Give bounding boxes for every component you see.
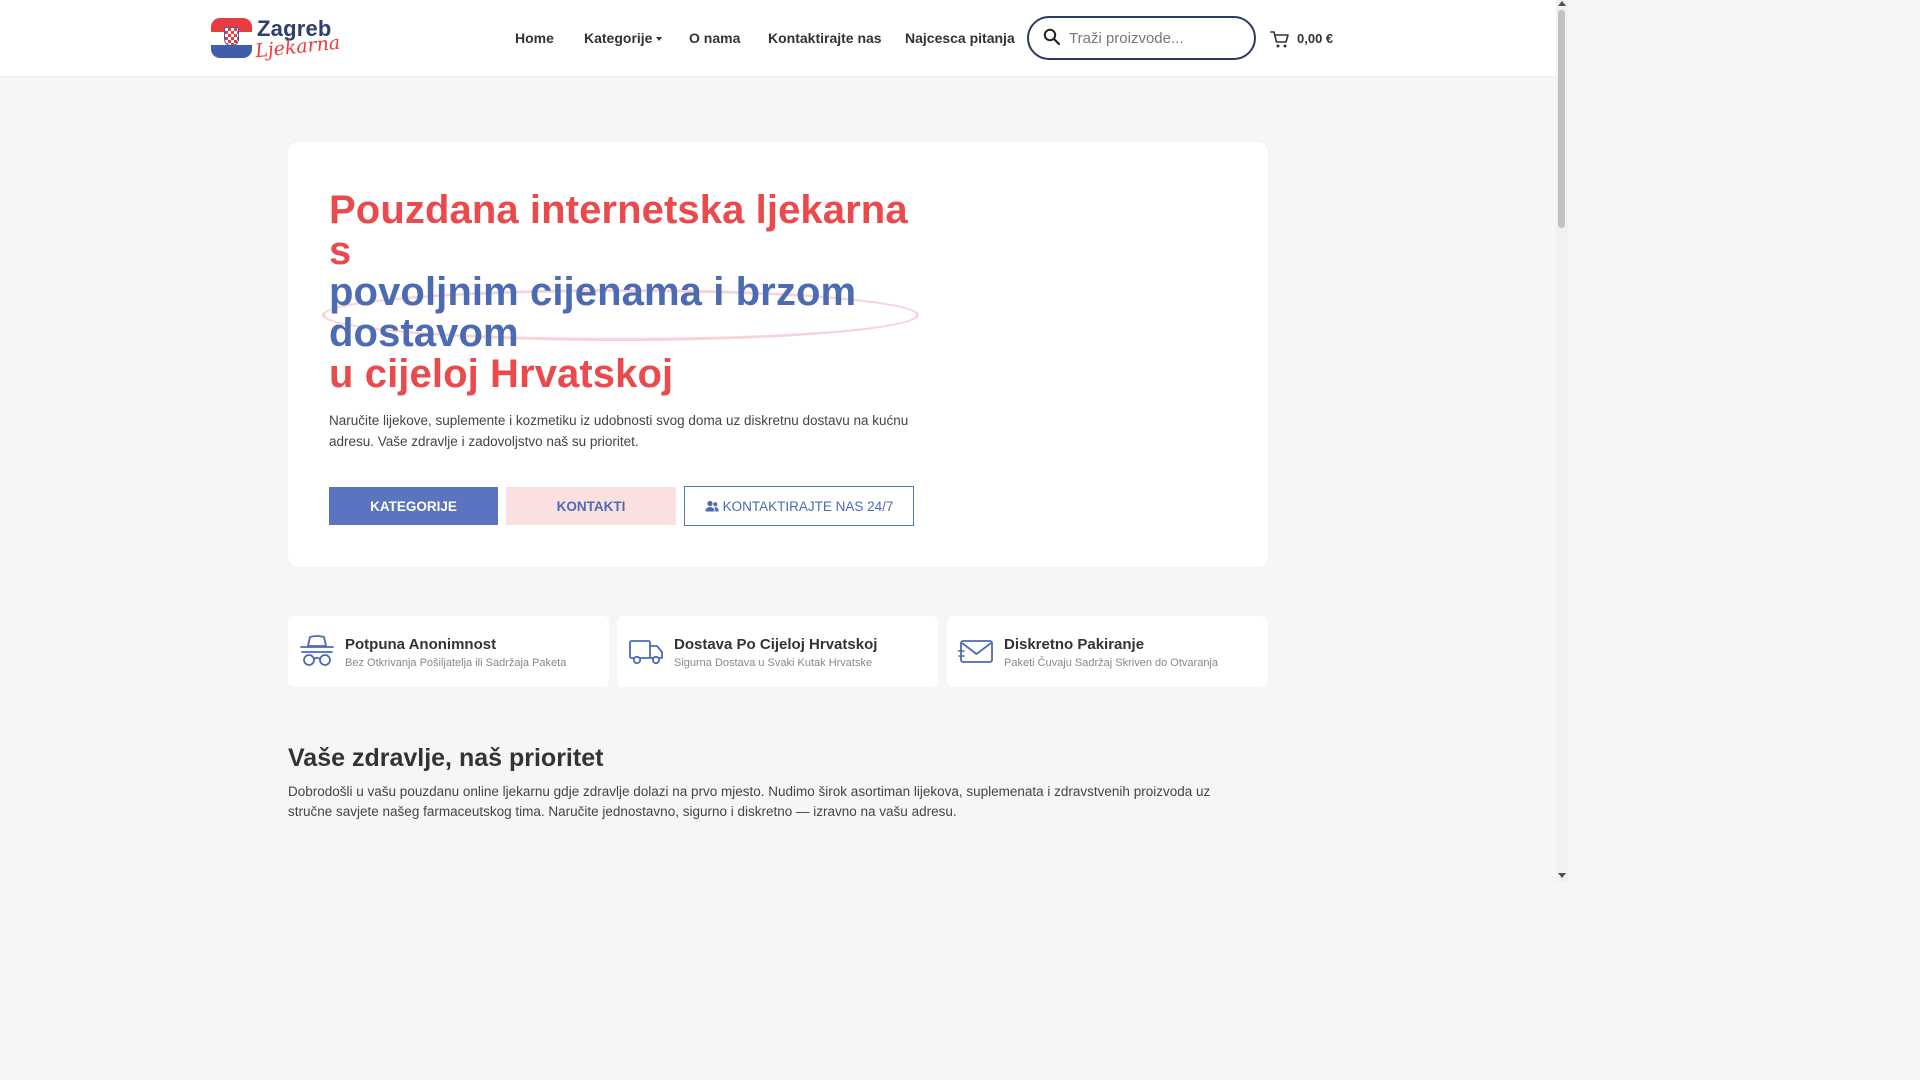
contacts-button[interactable]: KONTAKTI — [506, 487, 676, 525]
contact-247-label: KONTAKTIRAJTE NAS 24/7 — [722, 498, 894, 514]
hero-title-line: s — [329, 229, 352, 273]
hero-title-line: povoljnim cijenama i brzom — [329, 270, 857, 314]
page-scrollbar[interactable] — [1556, 0, 1568, 882]
nav-najcesca-pitanja[interactable]: Najcesca pitanja — [905, 30, 1015, 46]
section-title: Vaše zdravlje, naš prioritet — [288, 744, 604, 772]
nav-kategorije-label: Kategorije — [584, 30, 653, 46]
feature-title: Potpuna Anonimnost — [345, 636, 497, 653]
hero-description: Naručite lijekove, suplemente i kozmetik… — [329, 413, 909, 449]
feature-subtitle: Sigurna Dostava u Svaki Kutak Hrvatske — [674, 657, 873, 669]
cart-total: 0,00 € — [1297, 31, 1334, 46]
contact-247-button[interactable]: KONTAKTIRAJTE NAS 24/7 — [684, 486, 914, 526]
feature-title: Diskretno Pakiranje — [1004, 636, 1145, 653]
envelope-icon — [958, 640, 993, 663]
anonymous-spy-icon — [300, 635, 334, 666]
scroll-up-arrow-icon[interactable] — [1558, 1, 1566, 6]
feature-title: Dostava Po Cijeloj Hrvatskoj — [674, 636, 878, 653]
site-header: Zagreb Ljekarna Home Kategorije O nama K… — [0, 0, 1556, 76]
users-icon — [705, 500, 719, 512]
feature-subtitle: Bez Otkrivanja Pošiljatelja ili Sadržaja… — [345, 657, 567, 669]
feature-subtitle: Paketi Čuvaju Sadržaj Skriven do Otvaran… — [1004, 657, 1218, 669]
categories-button[interactable]: KATEGORIJE — [329, 487, 498, 525]
hero-title: Pouzdana internetska ljekarna s povoljni… — [329, 190, 929, 395]
nav-kontaktirajte-nas[interactable]: Kontaktirajte nas — [768, 30, 882, 46]
feature-card: Diskretno Pakiranje Paketi Čuvaju Sadrža… — [947, 616, 1268, 687]
hero-title-line: Pouzdana internetska ljekarna — [329, 188, 908, 232]
nav-kategorije[interactable]: Kategorije — [584, 30, 663, 46]
search-box — [1027, 16, 1256, 60]
shopping-cart-icon — [1270, 31, 1289, 48]
hero-title-line: u cijeloj Hrvatskoj — [329, 352, 674, 396]
feature-card: Potpuna Anonimnost Bez Otkrivanja Pošilj… — [288, 616, 609, 687]
croatian-flag-icon — [211, 18, 252, 58]
search-icon[interactable] — [1043, 28, 1061, 46]
hero-title-line: dostavom — [329, 311, 519, 355]
nav-home[interactable]: Home — [515, 30, 554, 46]
scroll-down-arrow-icon[interactable] — [1558, 873, 1566, 878]
site-logo[interactable]: Zagreb Ljekarna — [211, 16, 341, 62]
search-input[interactable] — [1069, 27, 1239, 49]
delivery-truck-icon — [629, 640, 663, 665]
chevron-down-icon — [656, 37, 663, 42]
scrollbar-thumb[interactable] — [1558, 10, 1565, 228]
hero-card: Pouzdana internetska ljekarna s povoljni… — [288, 142, 1268, 567]
nav-o-nama[interactable]: O nama — [689, 30, 740, 46]
section-text: Dobrodošli u vašu pouzdanu online ljekar… — [288, 784, 1211, 819]
feature-card: Dostava Po Cijeloj Hrvatskoj Sigurna Dos… — [617, 616, 938, 687]
